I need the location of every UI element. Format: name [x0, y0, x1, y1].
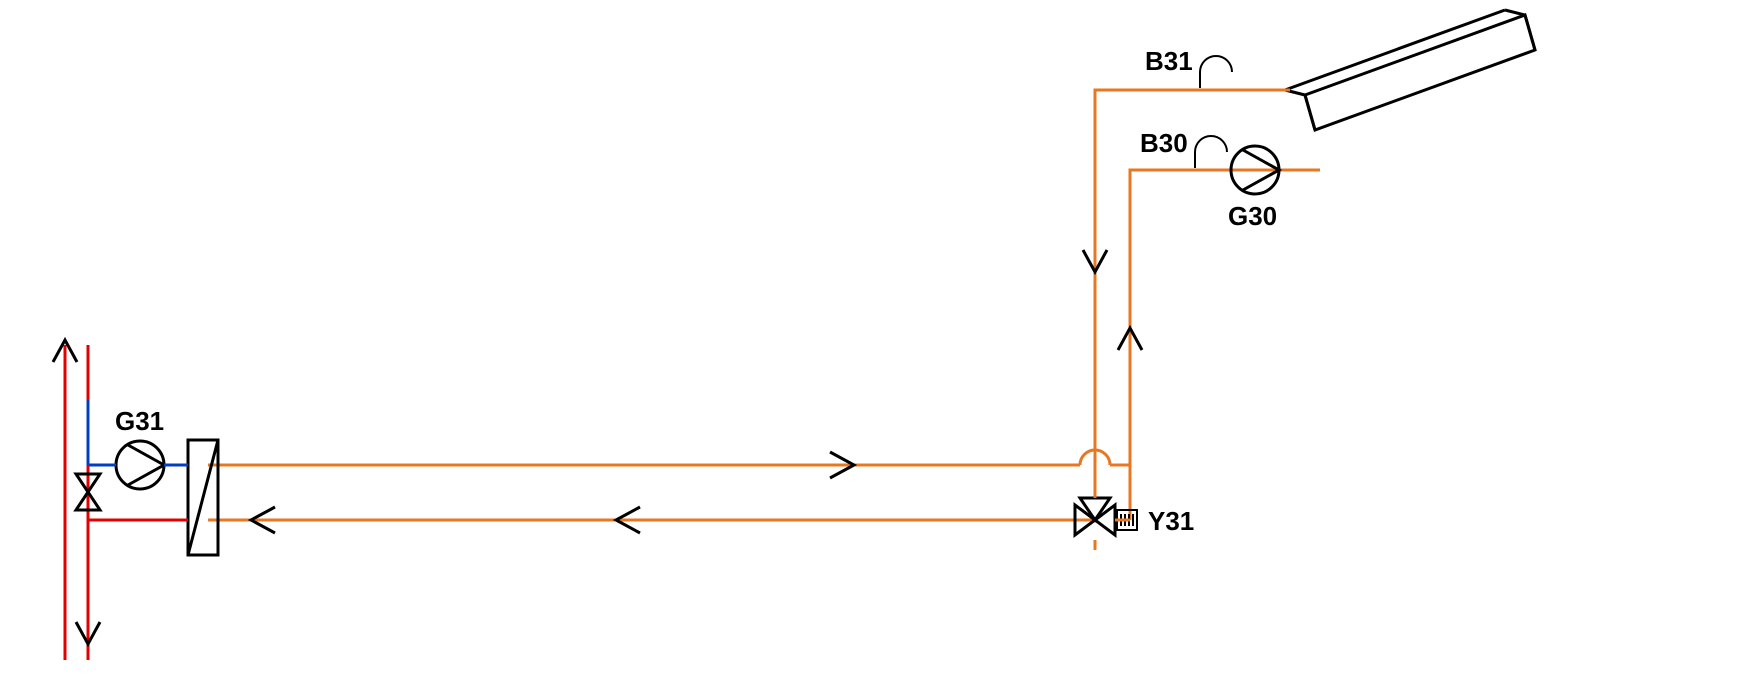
pipe-hx-supply: [208, 450, 1130, 465]
solar-heating-schematic: B31 G30 B30 Y31: [0, 0, 1755, 685]
pump-g31: [116, 441, 164, 489]
solar-collector: [1285, 10, 1535, 130]
label-g31: G31: [115, 406, 164, 436]
label-b31: B31: [1145, 46, 1193, 76]
heat-exchanger: [188, 440, 218, 555]
sensor-b31: [1200, 56, 1232, 88]
sensor-b30: [1195, 136, 1227, 168]
label-y31: Y31: [1148, 506, 1194, 536]
pipe-collector-return: [1130, 170, 1320, 520]
label-b30: B30: [1140, 128, 1188, 158]
label-g30: G30: [1228, 201, 1277, 231]
valve-y31: [1075, 498, 1137, 535]
